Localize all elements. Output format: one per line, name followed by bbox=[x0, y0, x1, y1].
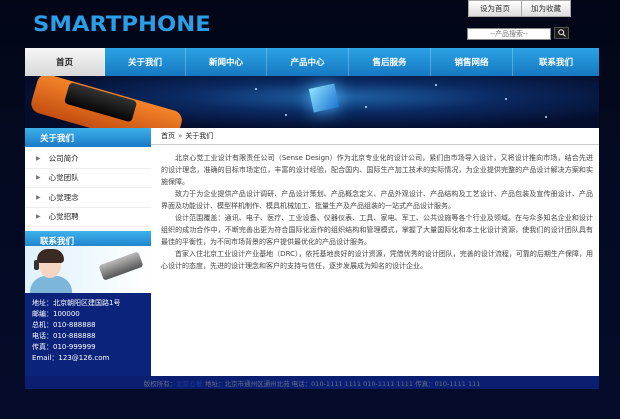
sidebar-item-team[interactable]: ▶ 心觉团队 bbox=[25, 169, 151, 188]
contact-fax: 传真：010-999999 bbox=[32, 343, 96, 352]
arrow-right-icon: ▶ bbox=[36, 193, 41, 201]
star bbox=[505, 98, 507, 100]
person-body bbox=[30, 276, 72, 293]
sidebar: 关于我们 ▶ 公司简介 ▶ 心觉团队 ▶ 心觉理念 ▶ 心觉招聘 联系我们 地址… bbox=[25, 128, 151, 376]
star bbox=[255, 88, 257, 90]
nav-item-news[interactable]: 新闻中心 bbox=[186, 48, 267, 76]
breadcrumb: 首页 » 关于我们 bbox=[151, 128, 599, 145]
cube-banner-image bbox=[308, 83, 340, 113]
nav-item-service[interactable]: 售后服务 bbox=[349, 48, 431, 76]
about-list: ▶ 公司简介 ▶ 心觉团队 ▶ 心觉理念 ▶ 心觉招聘 bbox=[25, 149, 151, 227]
person-hair bbox=[37, 249, 64, 263]
arrow-right-icon: ▶ bbox=[36, 174, 41, 182]
breadcrumb-current: 关于我们 bbox=[185, 132, 214, 140]
footer-address: 地址：北京市通州区通州北苑 电话：010-1111 1111 010-1111 … bbox=[205, 379, 481, 388]
arrow-right-icon: ▶ bbox=[36, 154, 41, 162]
customer-service-image bbox=[25, 246, 151, 293]
phone-icon bbox=[98, 251, 144, 281]
star bbox=[435, 84, 437, 86]
sidebar-item-label: 公司简介 bbox=[48, 153, 79, 163]
sidebar-item-label: 心觉理念 bbox=[48, 192, 79, 202]
about-section-title: 关于我们 bbox=[40, 134, 75, 144]
article-paragraph: 首家入住北京工业设计产业基地（DRC），依托基地良好的设计资源，凭借优秀的设计团… bbox=[161, 250, 593, 270]
contact-phone: 电话：010-888888 bbox=[32, 332, 96, 341]
main-nav: 首页 关于我们 新闻中心 产品中心 售后服务 销售网络 联系我们 bbox=[25, 48, 599, 76]
about-section-header: 关于我们 bbox=[25, 128, 151, 147]
footer-company-link[interactable]: 北京心觉 bbox=[176, 378, 202, 388]
sidebar-item-profile[interactable]: ▶ 公司简介 bbox=[25, 149, 151, 169]
site-logo[interactable]: SMARTPHONE bbox=[33, 12, 211, 36]
set-home-button[interactable]: 设为首页 bbox=[468, 0, 522, 17]
star bbox=[285, 114, 287, 116]
arrow-right-icon: ▶ bbox=[36, 213, 41, 221]
article-paragraph: 致力于为企业提供产品设计调研、产品设计策划、产品概念定义、产品外观设计、产品结构… bbox=[161, 190, 593, 210]
contact-switchboard: 总机：010-888888 bbox=[32, 321, 96, 330]
nav-item-home[interactable]: 首页 bbox=[25, 48, 105, 76]
footer-copyright-label: 版权所有： bbox=[143, 379, 177, 388]
footer: 版权所有： 北京心觉 地址：北京市通州区通州北苑 电话：010-1111 111… bbox=[25, 376, 599, 389]
article-paragraph: 北京心觉工业设计有限责任公司（Sense Design）作为北京专业化的设计公司… bbox=[161, 154, 593, 186]
star bbox=[545, 116, 547, 118]
add-favorite-button[interactable]: 加为收藏 bbox=[521, 0, 571, 17]
nav-item-contact[interactable]: 联系我们 bbox=[513, 48, 599, 76]
about-article: 北京心觉工业设计有限责任公司（Sense Design）作为北京专业化的设计公司… bbox=[161, 152, 593, 272]
main-content: 首页 » 关于我们 北京心觉工业设计有限责任公司（Sense Design）作为… bbox=[151, 128, 599, 376]
sidebar-item-label: 心觉招聘 bbox=[48, 212, 79, 222]
sidebar-item-jobs[interactable]: ▶ 心觉招聘 bbox=[25, 208, 151, 227]
product-search-input[interactable] bbox=[467, 28, 551, 40]
sidebar-item-label: 心觉团队 bbox=[48, 173, 79, 183]
star bbox=[365, 106, 367, 108]
breadcrumb-separator: » bbox=[178, 132, 183, 140]
banner bbox=[25, 76, 599, 128]
breadcrumb-home-link[interactable]: 首页 bbox=[161, 131, 175, 141]
contact-address: 地址：北京朝阳区建国路1号 bbox=[32, 299, 121, 307]
contact-email: Email：123@126.com bbox=[32, 354, 110, 363]
nav-item-about[interactable]: 关于我们 bbox=[105, 48, 186, 76]
headset-icon bbox=[34, 260, 39, 270]
article-paragraph: 设计范围覆盖：通讯、电子、医疗、工业设备、仪器仪表、工具、家电、军工、公共设施等… bbox=[161, 214, 593, 246]
nav-item-sales[interactable]: 销售网络 bbox=[431, 48, 513, 76]
nav-item-products[interactable]: 产品中心 bbox=[267, 48, 349, 76]
search-button[interactable] bbox=[554, 27, 569, 39]
search-icon bbox=[557, 29, 566, 37]
contact-info: 地址：北京朝阳区建国路1号 邮编：100000 总机：010-888888 电话… bbox=[25, 293, 151, 376]
contact-postcode: 邮编：100000 bbox=[32, 310, 80, 319]
sidebar-item-philosophy[interactable]: ▶ 心觉理念 bbox=[25, 188, 151, 208]
